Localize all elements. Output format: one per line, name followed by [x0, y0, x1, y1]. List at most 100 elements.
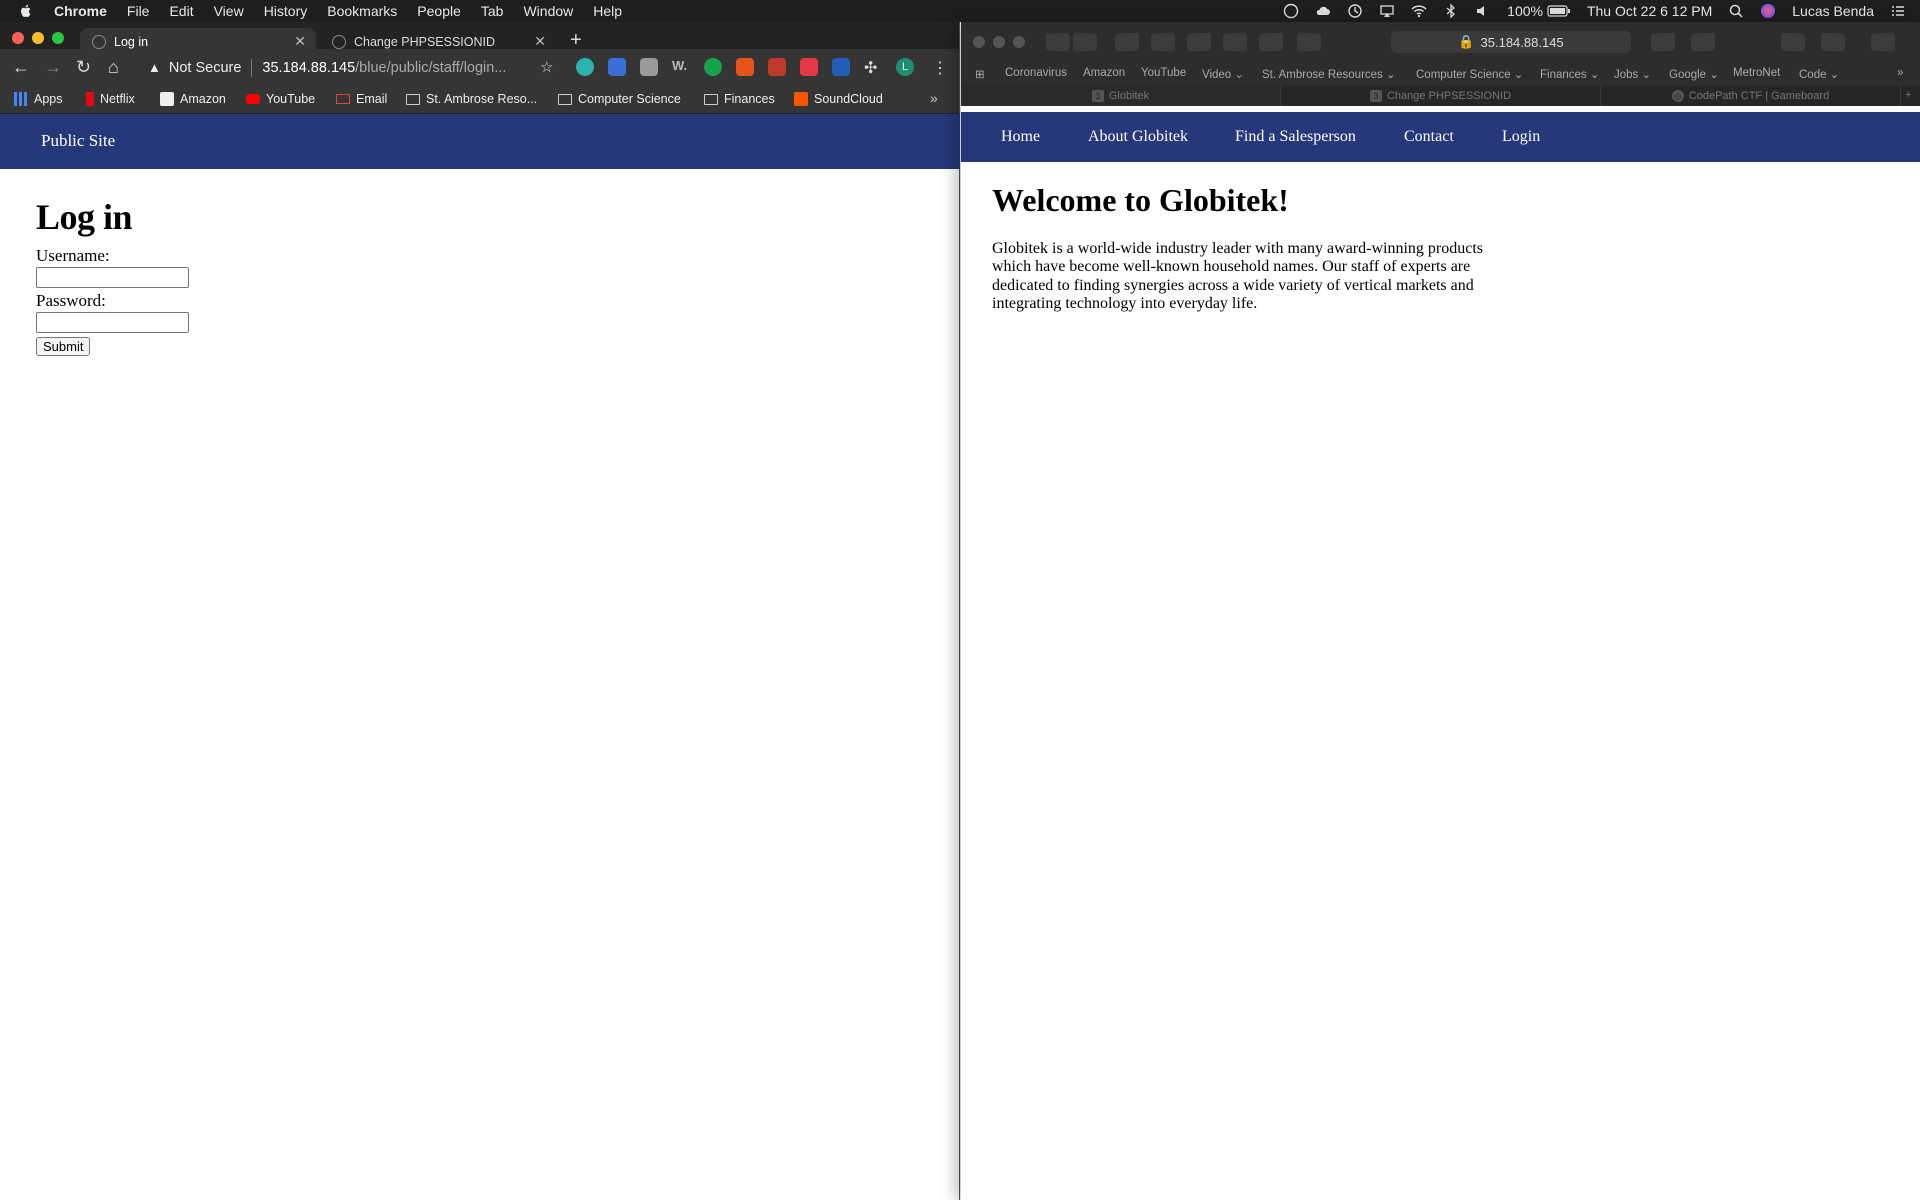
fav-youtube[interactable]: YouTube: [1141, 67, 1186, 79]
close-tab-icon[interactable]: ✕: [294, 33, 306, 50]
close-window-button[interactable]: [973, 36, 985, 48]
close-tab-icon[interactable]: ✕: [534, 33, 546, 50]
menu-people[interactable]: People: [417, 3, 461, 19]
minimize-window-button[interactable]: [32, 32, 44, 44]
close-window-button[interactable]: [12, 32, 24, 44]
extension-mu-icon[interactable]: [832, 58, 850, 76]
fav-computer-science[interactable]: Computer Science ⌄: [1416, 67, 1523, 81]
user-name[interactable]: Lucas Benda: [1792, 3, 1874, 19]
bookmark-folder-st-ambrose[interactable]: St. Ambrose Reso...: [406, 92, 537, 106]
developer-tools-icon[interactable]: [1781, 33, 1805, 51]
tab-change-phpsessionid[interactable]: 3 Change PHPSESSIONID: [1281, 86, 1601, 106]
airplay-icon[interactable]: [1379, 3, 1395, 19]
bookmark-folder-computer-science[interactable]: Computer Science: [558, 92, 681, 106]
forward-arrow-icon[interactable]: →: [44, 57, 62, 78]
settings-gear-icon[interactable]: [1871, 33, 1895, 51]
fav-metronet[interactable]: MetroNet: [1733, 67, 1780, 79]
nav-about-globitek[interactable]: About Globitek: [1088, 128, 1188, 146]
time-machine-icon[interactable]: [1347, 3, 1363, 19]
bookmark-folder-finances[interactable]: Finances: [704, 92, 775, 106]
nav-find-a-salesperson[interactable]: Find a Salesperson: [1235, 128, 1356, 146]
new-tab-button[interactable]: +: [1905, 89, 1911, 101]
bluetooth-icon[interactable]: [1443, 3, 1459, 19]
history-icon[interactable]: [1223, 33, 1247, 51]
public-site-link[interactable]: Public Site: [41, 131, 115, 151]
downloads-icon[interactable]: [1691, 33, 1715, 51]
fav-video[interactable]: Video ⌄: [1202, 67, 1244, 81]
menu-edit[interactable]: Edit: [169, 3, 193, 19]
more-menu-icon[interactable]: ⋮: [932, 58, 950, 77]
menu-history[interactable]: History: [264, 3, 308, 19]
extensions-puzzle-icon[interactable]: ✣: [864, 58, 882, 77]
zoom-window-button[interactable]: [52, 32, 64, 44]
bookmark-apps[interactable]: Apps: [14, 92, 63, 106]
back-button[interactable]: [1046, 33, 1070, 51]
nav-home[interactable]: Home: [1001, 128, 1040, 146]
nav-contact[interactable]: Contact: [1404, 128, 1454, 146]
bookmark-netflix[interactable]: Netflix: [86, 92, 135, 106]
fav-code[interactable]: Code ⌄: [1799, 67, 1839, 81]
password-input[interactable]: [36, 312, 189, 333]
security-status[interactable]: Not Secure: [169, 60, 242, 76]
clock[interactable]: Thu Oct 22 6 12 PM: [1587, 3, 1712, 19]
sidebar-icon[interactable]: [1151, 33, 1175, 51]
home-icon[interactable]: ⌂: [108, 57, 119, 78]
circle-status-icon[interactable]: [1283, 3, 1299, 19]
battery-icon[interactable]: [1547, 4, 1571, 18]
share-icon[interactable]: [1651, 33, 1675, 51]
menu-app-name[interactable]: Chrome: [54, 3, 107, 19]
home-icon[interactable]: [1187, 33, 1211, 51]
search-icon[interactable]: [1728, 3, 1744, 19]
fav-amazon[interactable]: Amazon: [1083, 67, 1125, 79]
fav-jobs[interactable]: Jobs ⌄: [1614, 67, 1651, 81]
tab-codepath-ctf[interactable]: ◎ CodePath CTF | Gameboard: [1601, 86, 1901, 106]
favorites-overflow-icon[interactable]: »: [1897, 67, 1903, 79]
address-bar[interactable]: ▲ Not Secure 35.184.88.145/blue/public/s…: [140, 53, 564, 82]
warning-icon[interactable]: ▲: [148, 60, 161, 75]
volume-icon[interactable]: [1475, 3, 1491, 19]
menu-help[interactable]: Help: [593, 3, 622, 19]
accessibility-icon[interactable]: [1821, 33, 1845, 51]
menu-bookmarks[interactable]: Bookmarks: [327, 3, 397, 19]
apple-icon[interactable]: [18, 3, 34, 19]
favorites-grid-icon[interactable]: ⊞: [975, 67, 985, 81]
bookmark-amazon[interactable]: Amazon: [160, 92, 226, 106]
wifi-icon[interactable]: [1411, 3, 1427, 19]
icloud-icon[interactable]: [1297, 33, 1321, 51]
bookmark-soundcloud[interactable]: SoundCloud: [794, 92, 883, 106]
shield-icon[interactable]: [1115, 33, 1139, 51]
username-input[interactable]: [36, 267, 189, 288]
menu-tab[interactable]: Tab: [481, 3, 504, 19]
fav-finances[interactable]: Finances ⌄: [1540, 67, 1600, 81]
siri-icon[interactable]: [1760, 3, 1776, 19]
tabs-overview-icon[interactable]: [1259, 33, 1283, 51]
menu-file[interactable]: File: [127, 3, 150, 19]
extension-m-icon[interactable]: [576, 58, 594, 76]
extension-h-icon[interactable]: [640, 58, 658, 76]
menu-view[interactable]: View: [214, 3, 244, 19]
nav-login[interactable]: Login: [1502, 128, 1540, 146]
bookmark-youtube[interactable]: YouTube: [246, 92, 315, 106]
fav-google[interactable]: Google ⌄: [1669, 67, 1719, 81]
bookmarks-overflow-button[interactable]: »: [930, 90, 938, 106]
minimize-window-button[interactable]: [993, 36, 1005, 48]
bookmark-email[interactable]: Email: [336, 92, 387, 106]
grammarly-icon[interactable]: [704, 58, 722, 76]
bookmark-star-icon[interactable]: ☆: [540, 58, 553, 76]
extension-w-icon[interactable]: W.: [672, 58, 690, 76]
cloud-icon[interactable]: [1315, 3, 1331, 19]
extension-calendar-icon[interactable]: [608, 58, 626, 76]
notification-center-icon[interactable]: [1890, 3, 1906, 19]
forward-button[interactable]: [1073, 33, 1097, 51]
menu-window[interactable]: Window: [523, 3, 573, 19]
tab-globitek[interactable]: 3 Globitek: [961, 86, 1281, 106]
back-arrow-icon[interactable]: ←: [12, 57, 30, 78]
pocket-icon[interactable]: [800, 58, 818, 76]
fav-st-ambrose[interactable]: St. Ambrose Resources ⌄: [1262, 67, 1396, 81]
submit-button[interactable]: Submit: [36, 337, 91, 356]
fav-coronavirus[interactable]: Coronavirus: [1005, 67, 1067, 79]
profile-avatar[interactable]: L: [896, 58, 914, 76]
extension-bag-icon[interactable]: [768, 58, 786, 76]
reload-icon[interactable]: ↻: [76, 57, 91, 78]
extension-tool-icon[interactable]: [736, 58, 754, 76]
